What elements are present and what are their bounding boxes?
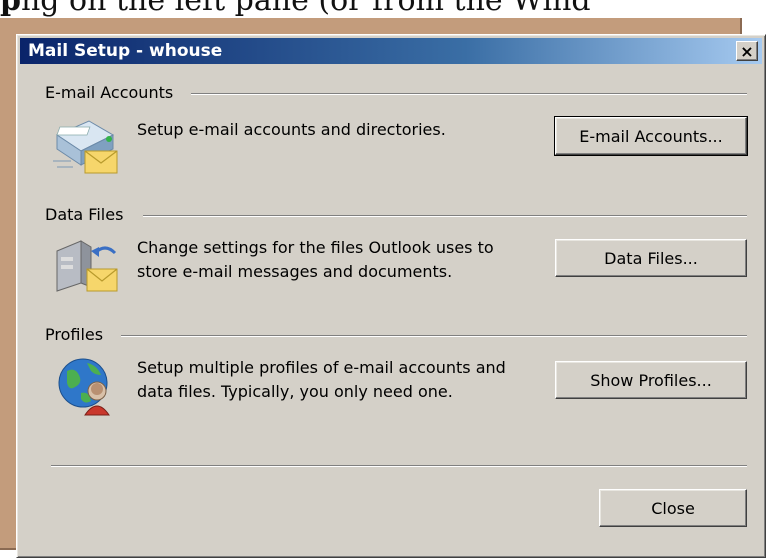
footer-divider <box>51 465 747 467</box>
section-label-email-accounts: E-mail Accounts <box>45 83 174 102</box>
email-accounts-icon <box>53 120 118 174</box>
mail-setup-dialog: Mail Setup - whouse × E-mail Accounts Se… <box>16 34 766 558</box>
data-files-description-line1: Change settings for the files Outlook us… <box>137 238 494 257</box>
data-files-button[interactable]: Data Files... <box>555 239 747 277</box>
close-button[interactable]: Close <box>599 489 747 527</box>
close-icon[interactable]: × <box>736 41 758 61</box>
data-files-description-line2: store e-mail messages and documents. <box>137 262 453 281</box>
section-divider <box>191 93 747 95</box>
profiles-description-line2: data files. Typically, you only need one… <box>137 382 453 401</box>
title-bar[interactable]: Mail Setup - whouse × <box>20 38 762 64</box>
email-accounts-description: Setup e-mail accounts and directories. <box>137 120 446 139</box>
show-profiles-button[interactable]: Show Profiles... <box>555 361 747 399</box>
dialog-title: Mail Setup - whouse <box>28 41 223 61</box>
email-accounts-button[interactable]: E-mail Accounts... <box>554 116 748 156</box>
document-text: png on the left pane (or from the Wind <box>0 0 766 18</box>
profiles-description-line1: Setup multiple profiles of e-mail accoun… <box>137 358 506 377</box>
section-label-profiles: Profiles <box>45 325 104 344</box>
section-label-data-files: Data Files <box>45 205 124 224</box>
profiles-icon <box>58 358 110 416</box>
data-files-icon <box>56 240 118 292</box>
section-divider <box>143 215 747 217</box>
document-text-rest: ng on the left pane (or from the Wind <box>20 0 591 18</box>
document-text-bold: p <box>0 0 21 18</box>
section-divider <box>121 335 747 337</box>
